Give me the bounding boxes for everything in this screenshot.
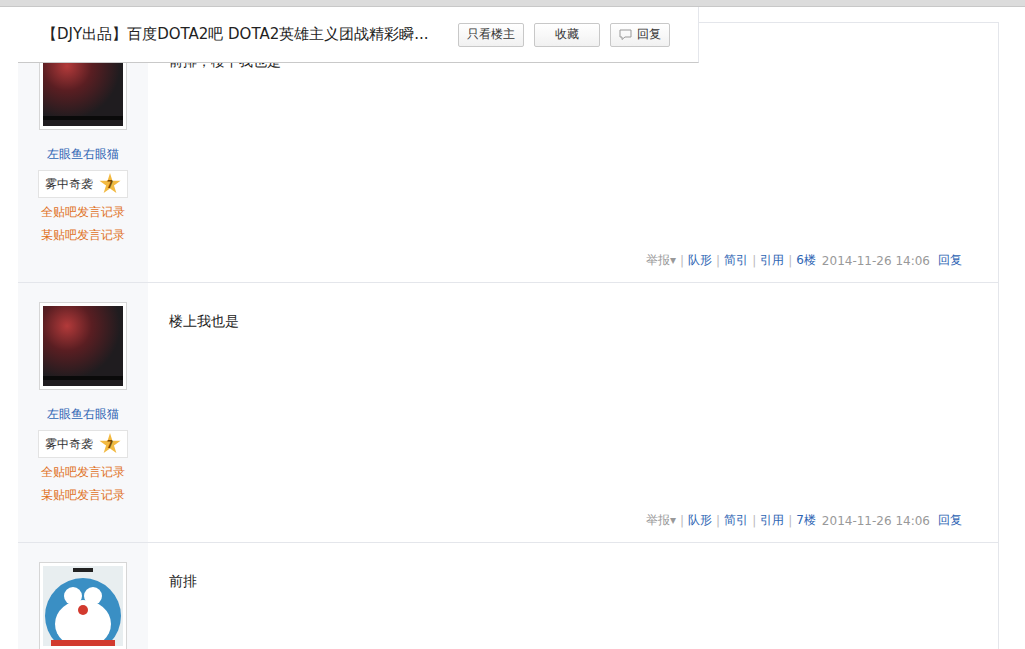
reply-link[interactable]: 回复 — [938, 512, 962, 529]
history-link[interactable]: 全贴吧发言记录 — [41, 464, 125, 481]
post-body: 楼上我也是举报▾|队形|简引|引用|7楼2014-11-26 14:06回复 — [148, 283, 998, 542]
post-time: 2014-11-26 14:06 — [822, 514, 930, 528]
post: 前排 — [18, 543, 998, 649]
post-footer: 举报▾|队形|简引|引用|6楼2014-11-26 14:06回复 — [169, 252, 962, 269]
author-panel — [18, 543, 148, 649]
history-link[interactable]: 全贴吧发言记录 — [41, 204, 125, 221]
action-link[interactable]: 队形 — [688, 252, 712, 269]
action-link[interactable]: 引用 — [760, 512, 784, 529]
avatar[interactable] — [39, 302, 127, 390]
level-star: 7 — [99, 433, 121, 455]
header-button[interactable]: 只看楼主 — [458, 23, 524, 47]
report-link[interactable]: 举报▾ — [646, 512, 676, 529]
action-link[interactable]: 简引 — [724, 252, 748, 269]
report-link[interactable]: 举报▾ — [646, 252, 676, 269]
action-link[interactable]: 引用 — [760, 252, 784, 269]
avatar[interactable] — [39, 562, 127, 649]
comment-icon — [619, 29, 632, 40]
post-time: 2014-11-26 14:06 — [822, 254, 930, 268]
action-link[interactable]: 简引 — [724, 512, 748, 529]
member-badge[interactable]: 雾中奇袭7 — [38, 430, 128, 458]
header-button[interactable]: 收藏 — [534, 23, 600, 47]
floor-number: 7楼 — [796, 512, 816, 529]
thread-header: 【DJY出品】百度DOTA2吧 DOTA2英雄主义团战精彩瞬... 只看楼主收藏回… — [18, 7, 699, 63]
tieba-page: 【DJY出品】百度DOTA2吧 DOTA2英雄主义团战精彩瞬...只看楼主收藏回… — [0, 0, 1025, 649]
history-link[interactable]: 某贴吧发言记录 — [41, 227, 125, 244]
floor-number: 6楼 — [796, 252, 816, 269]
level-star: 7 — [99, 173, 121, 195]
post: 左眼鱼右眼猫雾中奇袭7全贴吧发言记录某贴吧发言记录楼上我也是举报▾|队形|简引|… — [18, 283, 998, 543]
post-list: 左眼鱼右眼猫雾中奇袭7全贴吧发言记录某贴吧发言记录前排，楼下我也是举报▾|队形|… — [18, 22, 999, 649]
post-content: 前排 — [169, 571, 962, 591]
post-content: 楼上我也是 — [169, 311, 962, 331]
post-body: 前排 — [148, 543, 998, 649]
thread-title: 【DJY出品】百度DOTA2吧 DOTA2英雄主义团战精彩瞬... — [42, 25, 448, 44]
author-name[interactable]: 左眼鱼右眼猫 — [47, 146, 119, 163]
author-name[interactable]: 左眼鱼右眼猫 — [47, 406, 119, 423]
avatar-photo — [43, 306, 123, 386]
browser-top-bar — [0, 0, 1025, 7]
post-footer: 举报▾|队形|简引|引用|7楼2014-11-26 14:06回复 — [169, 512, 962, 529]
action-link[interactable]: 队形 — [688, 512, 712, 529]
reply-link[interactable]: 回复 — [938, 252, 962, 269]
header-button[interactable]: 回复 — [610, 23, 670, 47]
member-badge[interactable]: 雾中奇袭7 — [38, 170, 128, 198]
history-link[interactable]: 某贴吧发言记录 — [41, 487, 125, 504]
doraemon-avatar-icon — [43, 566, 123, 646]
author-panel: 左眼鱼右眼猫雾中奇袭7 全贴吧发言记录某贴吧发言记录 — [18, 283, 148, 542]
